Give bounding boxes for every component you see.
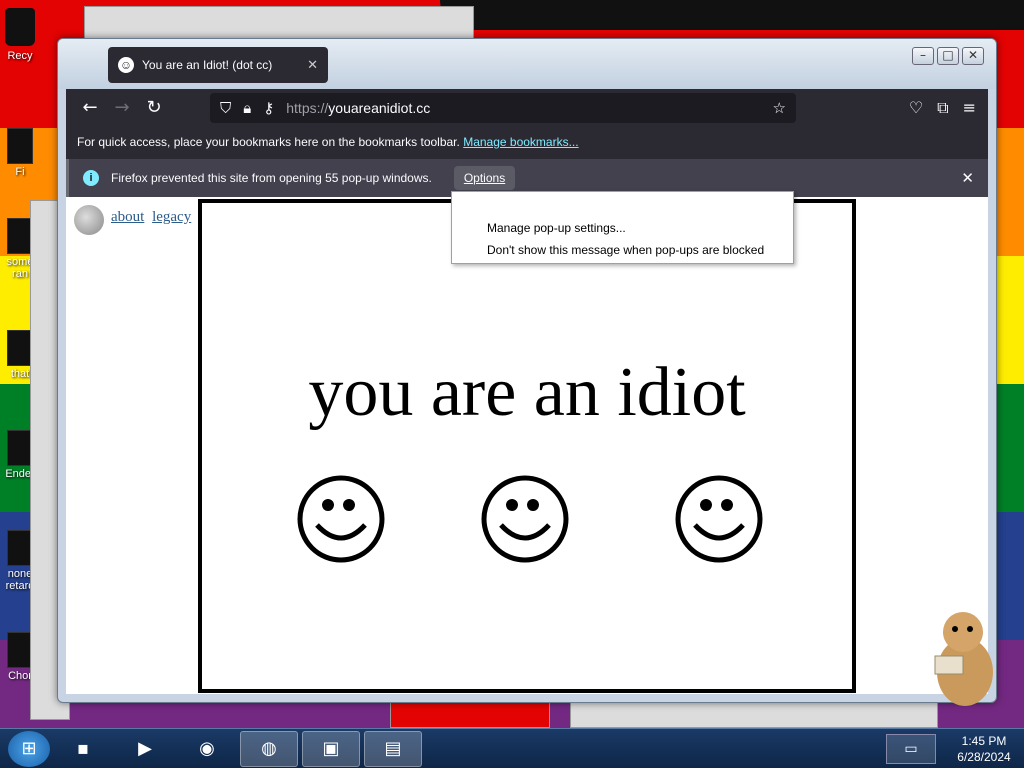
permissions-icon[interactable]: ⚷ <box>263 99 274 117</box>
smiley-face-icon <box>481 475 569 563</box>
smiley-face-icon <box>675 475 763 563</box>
tray-monitor-icon[interactable]: ▭ <box>886 733 936 764</box>
menu-icon[interactable]: ≡ <box>963 98 976 118</box>
clock-time: 1:45 PM <box>961 733 1007 748</box>
clock-date: 6/28/2024 <box>957 749 1011 764</box>
hamster-icon <box>934 612 993 706</box>
minimize-button[interactable]: – <box>912 47 934 65</box>
options-dropdown: Manage pop-up settings... Don't show thi… <box>451 191 794 264</box>
recycle-bin-icon <box>5 8 35 46</box>
shield-icon[interactable]: ⛉ <box>220 99 231 117</box>
background-window[interactable] <box>390 700 550 728</box>
url-text[interactable]: https://youareanidiot.cc <box>286 100 760 116</box>
browser-window[interactable]: – □ ✕ ☺ You are an Idiot! (dot cc) ✕ ← →… <box>57 38 997 703</box>
system-tray: ▭ 1:45 PM 6/28/2024 <box>886 729 1024 768</box>
navigation-toolbar: ← → ↻ ⛉ 🔒︎ ⚷ https://youareanidiot.cc ☆ … <box>66 89 988 127</box>
notification-close-icon[interactable]: ✕ <box>961 169 974 187</box>
notification-text: Firefox prevented this site from opening… <box>111 171 432 185</box>
tab-active[interactable]: ☺ You are an Idiot! (dot cc) ✕ <box>108 47 328 83</box>
page-content: about legacy safe you are an idiot <box>66 197 988 694</box>
clock[interactable]: 1:45 PM 6/28/2024 <box>944 733 1024 765</box>
bookmarks-hint: For quick access, place your bookmarks h… <box>77 135 460 149</box>
lock-icon[interactable]: 🔒︎ <box>243 99 251 117</box>
taskbar: ⊞ ▪ ▶ ◉ ◍ ▣ ▤ ▭ 1:45 PM 6/28/2024 <box>0 728 1024 768</box>
task-item-globe[interactable]: ◉ <box>178 731 236 767</box>
task-item-media[interactable]: ▶ <box>116 731 174 767</box>
bookmark-star-icon[interactable]: ☆ <box>773 99 786 117</box>
legacy-link[interactable]: legacy <box>152 209 191 225</box>
window-controls: – □ ✕ <box>912 47 984 65</box>
back-button[interactable]: ← <box>74 93 106 123</box>
task-item-firefox[interactable]: ◍ <box>240 730 298 767</box>
smiley-face-icon <box>297 475 385 563</box>
start-button[interactable]: ⊞ <box>8 730 50 767</box>
desktop-icon-1[interactable]: Fi <box>2 128 38 178</box>
manage-popup-settings-item[interactable]: Manage pop-up settings... <box>487 221 626 235</box>
pocket-icon[interactable]: ♡ <box>909 98 923 118</box>
tab-title: You are an Idiot! (dot cc) <box>142 58 273 72</box>
idiot-frame: you are an idiot <box>198 199 856 693</box>
options-button[interactable]: Options <box>453 166 516 190</box>
file-icon <box>7 128 33 164</box>
maximize-button[interactable]: □ <box>937 47 959 65</box>
extensions-icon[interactable]: ⧉ <box>937 98 948 118</box>
reload-button[interactable]: ↻ <box>138 93 170 123</box>
task-item-box[interactable]: ▣ <box>302 730 360 767</box>
smiley-icon: ☺ <box>118 57 134 73</box>
info-icon: i <box>83 170 99 186</box>
about-link[interactable]: about <box>111 209 144 225</box>
bookmarks-toolbar: For quick access, place your bookmarks h… <box>66 127 988 159</box>
dont-show-message-item[interactable]: Don't show this message when pop-ups are… <box>487 243 764 257</box>
desktop-dark-shape <box>440 0 1024 30</box>
task-item-window[interactable]: ▤ <box>364 730 422 767</box>
manage-bookmarks-link[interactable]: Manage bookmarks... <box>463 135 578 149</box>
background-window[interactable] <box>570 700 938 728</box>
forward-button[interactable]: → <box>106 93 138 123</box>
desktop-icon-recycle-bin[interactable]: Recy <box>2 8 38 62</box>
close-window-button[interactable]: ✕ <box>962 47 984 65</box>
speaker-icon[interactable] <box>74 205 104 235</box>
address-bar[interactable]: ⛉ 🔒︎ ⚷ https://youareanidiot.cc ☆ <box>210 93 796 123</box>
headline: you are an idiot <box>308 354 746 431</box>
task-item-terminal[interactable]: ▪ <box>54 731 112 767</box>
tab-close-icon[interactable]: ✕ <box>307 57 318 73</box>
